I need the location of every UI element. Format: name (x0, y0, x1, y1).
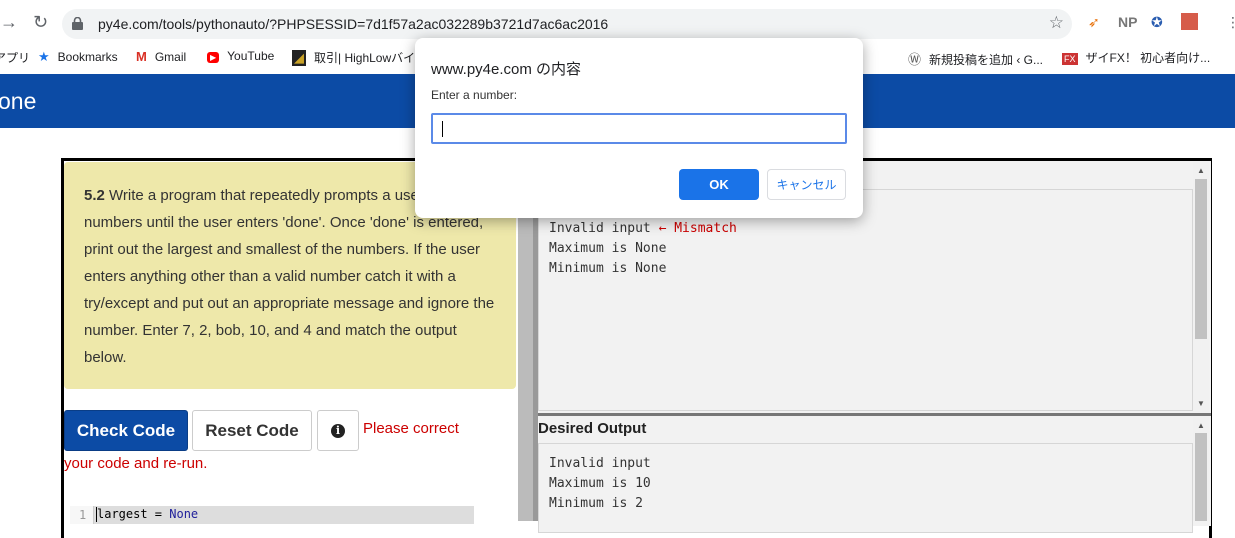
output-line-1: Invalid input ← Mismatch (549, 221, 737, 236)
info-icon: i (331, 423, 345, 438)
zaifx-icon: FX (1062, 53, 1078, 65)
cancel-button[interactable]: キャンセル (767, 169, 846, 200)
bookmark-wordpress[interactable]: Ⓦ 新規投稿を追加 ‹ G... (908, 49, 1043, 68)
bookmark-youtube[interactable]: ▶ YouTube (207, 49, 274, 63)
scroll-up-icon[interactable]: ▲ (1197, 166, 1205, 175)
url-text: py4e.com/tools/pythonauto/?PHPSESSID=7d1… (98, 16, 609, 32)
code-line[interactable]: largest = None (97, 507, 198, 521)
highlow-icon: ◢ (292, 50, 306, 66)
desired-scroll-up-icon[interactable]: ▲ (1197, 421, 1205, 430)
assignment-number: 5.2 (84, 187, 105, 204)
menu-icon[interactable]: ⋮ (1226, 14, 1235, 31)
number-input[interactable] (431, 113, 847, 144)
desired-output-title: Desired Output (538, 420, 647, 437)
desired-line-1: Invalid input (549, 456, 651, 471)
desired-line-2: Maximum is 10 (549, 476, 651, 491)
lock-icon (72, 17, 83, 30)
scroll-down-icon[interactable]: ▼ (1197, 399, 1205, 408)
bookmark-star-icon[interactable]: ☆ (1049, 13, 1064, 33)
check-code-button[interactable]: Check Code (64, 410, 188, 451)
forward-icon[interactable]: → (0, 12, 18, 33)
extension-circle-icon[interactable]: ✪ (1151, 14, 1163, 31)
wordpress-icon: Ⓦ (908, 52, 922, 67)
output-line-2: Maximum is None (549, 241, 667, 256)
dialog-message: Enter a number: (431, 88, 518, 102)
error-message-line1: Please correct (363, 420, 459, 437)
error-message-line2: your code and re-run. (64, 455, 208, 472)
prompt-dialog: www.py4e.com の内容 Enter a number: OK キャンセ… (415, 38, 863, 218)
desired-scrollbar-thumb[interactable] (1195, 433, 1207, 521)
bookmark-gmail[interactable]: M Gmail (136, 49, 186, 64)
info-button[interactable]: i (317, 410, 359, 451)
site-title: one (0, 88, 37, 114)
desired-line-3: Minimum is 2 (549, 496, 643, 511)
address-bar[interactable]: py4e.com/tools/pythonauto/?PHPSESSID=7d1… (62, 9, 1072, 39)
input-caret (442, 121, 443, 137)
bookmark-zaifx[interactable]: FX ザイFX！ 初心者向け... (1062, 49, 1210, 66)
bookmark-apps[interactable]: アプリ (0, 49, 30, 66)
gmail-icon: M (136, 49, 147, 64)
output-line-3: Minimum is None (549, 261, 667, 276)
extension-np-icon[interactable]: NP (1118, 14, 1137, 30)
extension-avatar-icon[interactable] (1181, 13, 1198, 30)
mismatch-marker: ← Mismatch (658, 221, 737, 236)
ok-button[interactable]: OK (679, 169, 759, 200)
reset-code-button[interactable]: Reset Code (192, 410, 312, 451)
output-scrollbar-thumb[interactable] (1195, 179, 1207, 339)
bookmark-highlow[interactable]: ◢ 取引| HighLowバイナ (292, 49, 427, 66)
dialog-host: www.py4e.com の内容 (431, 61, 582, 78)
youtube-icon: ▶ (207, 52, 220, 63)
star-icon: ★ (38, 49, 50, 64)
extension-bird-icon[interactable]: ➶ (1088, 14, 1100, 31)
editor-cursor (96, 507, 97, 522)
reload-icon[interactable]: ↻ (33, 12, 48, 33)
bookmark-bookmarks[interactable]: ★ Bookmarks (38, 49, 118, 65)
line-number: 1 (79, 508, 87, 522)
